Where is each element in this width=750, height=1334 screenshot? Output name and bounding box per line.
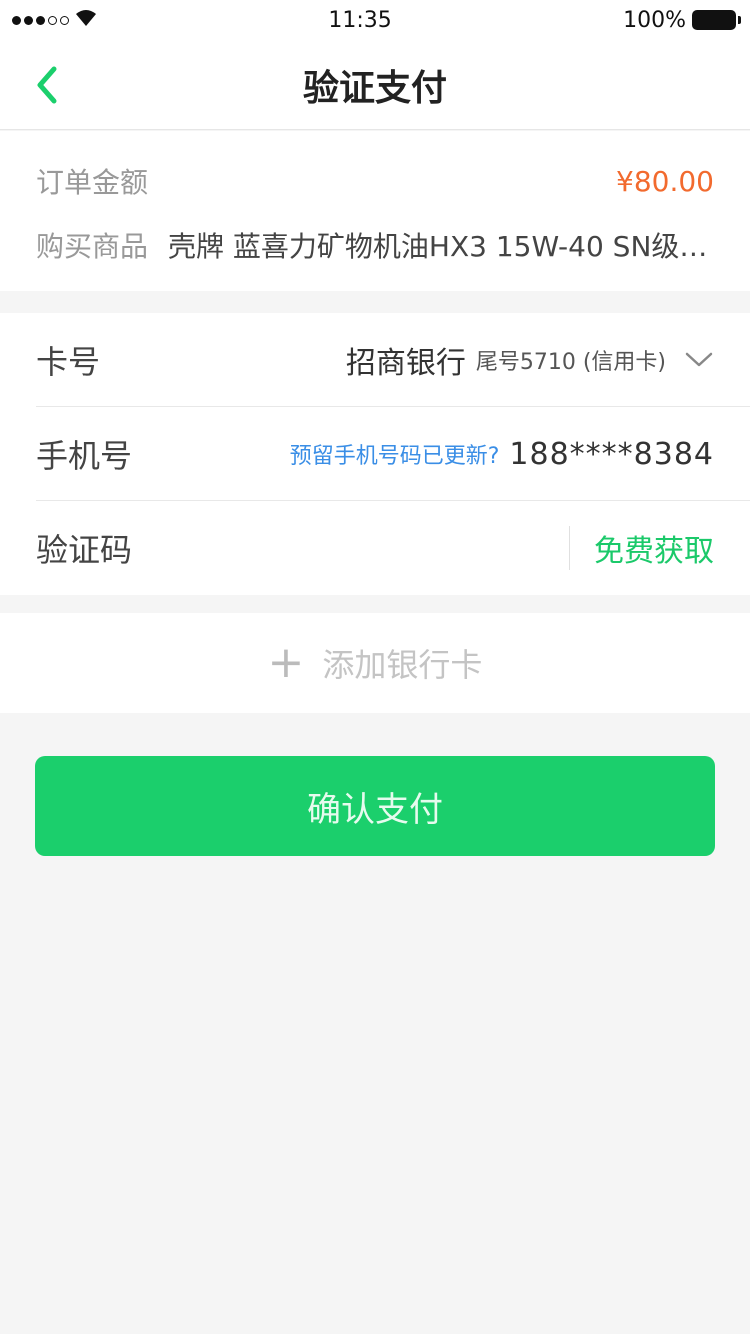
- battery-icon: [692, 10, 741, 30]
- order-amount-row: 订单金额 ¥80.00: [36, 159, 714, 203]
- nav-bar: 验证支付: [0, 40, 750, 130]
- phone-row: 手机号 预留手机号码已更新? 188****8384: [0, 407, 750, 501]
- add-card-label: 添加银行卡: [322, 646, 483, 684]
- card-label: 卡号: [36, 343, 101, 381]
- phone-number: 188****8384: [509, 436, 714, 472]
- chevron-left-icon: [37, 66, 57, 104]
- back-button[interactable]: [22, 56, 72, 114]
- code-label: 验证码: [36, 531, 133, 569]
- order-product-row: 购买商品 壳牌 蓝喜力矿物机油HX3 15W-40 SN级 4L: [36, 223, 714, 267]
- page-title: 验证支付: [302, 68, 447, 109]
- order-product: 壳牌 蓝喜力矿物机油HX3 15W-40 SN级 4L: [168, 230, 714, 263]
- get-code-button[interactable]: 免费获取: [594, 526, 714, 570]
- card-tail: 尾号5710 (信用卡): [475, 350, 666, 375]
- status-left: [12, 9, 97, 32]
- card-select-row[interactable]: 卡号 招商银行 尾号5710 (信用卡): [0, 313, 750, 407]
- chevron-down-icon[interactable]: [684, 350, 714, 370]
- bank-name: 招商银行: [345, 346, 466, 381]
- divider: [569, 526, 570, 570]
- phone-info: 预留手机号码已更新? 188****8384: [290, 437, 714, 472]
- status-bar: 11:35 100%: [0, 0, 750, 40]
- phone-updated-link[interactable]: 预留手机号码已更新?: [290, 438, 500, 470]
- status-right: 100%: [623, 7, 741, 33]
- battery-percent: 100%: [623, 7, 686, 33]
- order-amount-label: 订单金额: [36, 166, 149, 199]
- card-select[interactable]: 招商银行 尾号5710 (信用卡): [346, 338, 714, 382]
- verification-code-input[interactable]: [176, 518, 569, 578]
- plus-icon: +: [267, 637, 305, 688]
- code-row: 验证码 免费获取: [0, 501, 750, 595]
- add-bank-card-button[interactable]: + 添加银行卡: [0, 613, 750, 713]
- confirm-pay-button[interactable]: 确认支付: [35, 756, 715, 856]
- status-time: 11:35: [328, 7, 392, 33]
- order-amount: ¥80.00: [616, 164, 714, 198]
- order-summary: 订单金额 ¥80.00 购买商品 壳牌 蓝喜力矿物机油HX3 15W-40 SN…: [0, 131, 750, 291]
- order-product-label: 购买商品: [36, 230, 149, 263]
- phone-label: 手机号: [36, 437, 133, 475]
- signal-icon: [12, 15, 69, 25]
- wifi-icon: [75, 9, 97, 32]
- payment-form: 卡号 招商银行 尾号5710 (信用卡) 手机号 预留手机号码已更新? 188*…: [0, 313, 750, 595]
